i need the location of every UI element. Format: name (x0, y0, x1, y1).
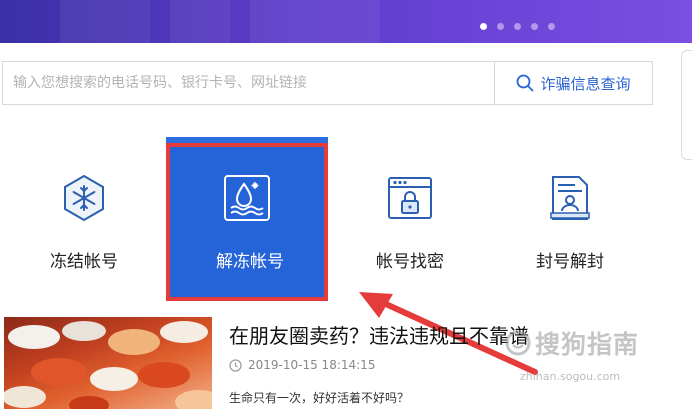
tile-unfreeze-account[interactable]: 解冻帐号 (166, 143, 328, 301)
thaw-droplet-icon (224, 175, 270, 221)
fraud-query-button[interactable]: 诈骗信息查询 (494, 62, 652, 104)
browser-lock-icon (388, 177, 432, 219)
carousel-dot[interactable] (531, 23, 538, 30)
news-date-text: 2019-10-15 18:14:15 (248, 358, 376, 372)
carousel-dot[interactable] (480, 23, 487, 30)
banner-decoration (250, 0, 380, 43)
banner-decoration (60, 0, 150, 43)
carousel-dots (480, 23, 555, 30)
watermark-text: 搜狗指南 (535, 330, 640, 359)
tile-recover-password[interactable]: 帐号找密 (330, 143, 490, 295)
tile-label: 封号解封 (536, 252, 604, 272)
news-summary: 生命只有一次，好好活着不好吗？ (229, 391, 410, 405)
document-user-icon (550, 176, 590, 220)
tile-freeze-account[interactable]: 冻结帐号 (4, 143, 164, 295)
tile-unban-account[interactable]: 封号解封 (490, 143, 650, 295)
snowflake-hexagon-icon (64, 174, 104, 222)
fraud-query-button-label: 诈骗信息查询 (540, 74, 631, 93)
search-icon (517, 74, 534, 92)
sogou-watermark: 搜狗指南 (505, 325, 639, 361)
carousel-dot[interactable] (514, 23, 521, 30)
side-panel-edge (681, 50, 692, 160)
tile-label: 解冻帐号 (216, 252, 284, 272)
sogou-logo-icon (505, 330, 531, 356)
carousel-dot[interactable] (497, 23, 504, 30)
news-title[interactable]: 在朋友圈卖药？违法违规且不靠谱 (229, 320, 529, 349)
banner-decoration (170, 0, 230, 43)
search-input[interactable] (3, 62, 493, 104)
news-date: 2019-10-15 18:14:15 (229, 358, 375, 372)
pills-image (4, 321, 212, 409)
search-bar: 诈骗信息查询 (2, 61, 653, 105)
top-banner[interactable] (0, 0, 692, 43)
news-thumbnail[interactable] (4, 317, 212, 409)
tile-label: 冻结帐号 (50, 252, 118, 272)
carousel-dot[interactable] (548, 23, 555, 30)
tile-label: 帐号找密 (376, 252, 444, 272)
clock-icon (229, 358, 242, 372)
watermark-url: zhinan.sogou.com (520, 370, 621, 383)
